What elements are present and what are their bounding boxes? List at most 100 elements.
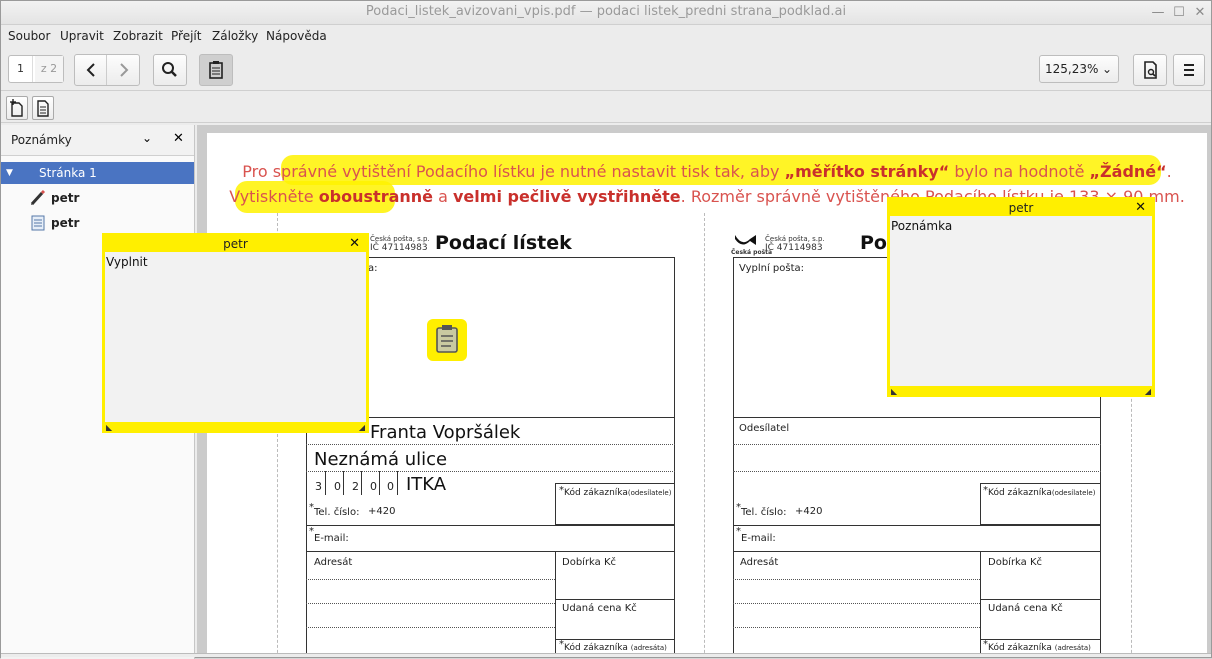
form-title: Podací lístek xyxy=(435,232,572,254)
menu-zalozky[interactable]: Záložky xyxy=(212,29,258,43)
sidebar-item-annotation[interactable]: petr xyxy=(29,188,79,208)
resize-handle-icon[interactable]: ◢ xyxy=(359,423,365,432)
popup-footer: ◣ ◢ xyxy=(105,422,366,432)
tel-label: Tel. číslo: xyxy=(741,507,787,518)
close-icon[interactable]: ✕ xyxy=(1135,200,1146,216)
instruction-bold: „měřítko stránky“ xyxy=(784,162,950,181)
hamburger-menu-button[interactable] xyxy=(1173,54,1205,86)
menu-upravit[interactable]: Upravit xyxy=(60,29,104,43)
company-id: IČ 47114983 xyxy=(370,243,428,253)
customer-code-text: Kód zákazníka xyxy=(564,488,628,498)
annotation-toolbar xyxy=(1,93,1211,123)
menu-napoveda[interactable]: Nápověda xyxy=(266,29,327,43)
form-rule xyxy=(306,551,675,552)
text-note-icon xyxy=(37,100,49,117)
expander-icon[interactable]: ▼ xyxy=(6,162,13,184)
next-page-button[interactable] xyxy=(108,55,140,85)
customer-code-text: Kód zákazníka xyxy=(988,488,1052,498)
form-rule xyxy=(306,444,675,445)
instruction-bold: oboustranně xyxy=(318,187,434,206)
form-rule xyxy=(733,525,1101,526)
form-rule xyxy=(555,599,675,600)
minimize-icon[interactable]: — xyxy=(1151,6,1165,20)
zip-divider xyxy=(325,471,326,495)
recipient-code-text: Kód zákazníka xyxy=(988,643,1052,653)
recipient-code-label: Kód zákazníka (adresáta) xyxy=(988,643,1091,653)
close-icon[interactable]: ✕ xyxy=(349,236,360,252)
maximize-icon[interactable]: ☐ xyxy=(1172,6,1186,20)
form-rule xyxy=(733,627,980,628)
resize-handle-icon[interactable]: ◢ xyxy=(1145,387,1151,396)
note-annotation-marker[interactable] xyxy=(427,319,467,361)
cod-label: Dobírka Kč xyxy=(562,557,617,568)
note-popup[interactable]: petr ✕ Poznámka ◣ ◢ xyxy=(887,197,1155,397)
clipboard-icon xyxy=(436,325,458,353)
tel-prefix: +420 xyxy=(795,506,823,517)
sidebar-item-page-1[interactable]: ▼ Stránka 1 xyxy=(1,162,194,184)
post-fill-label: Vyplní pošta: xyxy=(739,263,805,274)
form-rule xyxy=(980,639,1101,640)
tel-label: Tel. číslo: xyxy=(314,507,360,518)
text-note-button[interactable] xyxy=(32,96,54,120)
instruction-bold: velmi pečlivě vystřihněte xyxy=(453,187,681,206)
zoom-select[interactable]: 125,23% ⌄ xyxy=(1039,55,1119,83)
form-rule xyxy=(733,603,980,604)
page-label: Stránka 1 xyxy=(39,166,97,180)
instruction-text: Vytiskněte xyxy=(229,187,319,206)
post-name: Česká pošta, s.p. xyxy=(370,235,430,243)
add-annotation-button[interactable] xyxy=(6,96,28,120)
form-rule xyxy=(306,603,555,604)
popup-header[interactable]: petr ✕ xyxy=(890,200,1152,216)
sidebar-close-icon[interactable]: ✕ xyxy=(173,131,184,146)
form-rule xyxy=(555,639,675,640)
form-rule xyxy=(733,551,1101,552)
instruction-text: a xyxy=(433,187,453,206)
zip-digit: 0 xyxy=(334,480,341,493)
email-label: E-mail: xyxy=(741,533,776,544)
sidebar-dropdown-icon[interactable]: ⌄ xyxy=(142,131,152,145)
sender-label: Odesílatel xyxy=(739,423,790,434)
note-popup[interactable]: petr ✕ Vyplnit ◣ ◢ xyxy=(102,233,369,433)
recipient-code-note: (adresáta) xyxy=(1054,644,1091,652)
menu-bar: Soubor Upravit Zobrazit Přejít Záložky N… xyxy=(1,26,1211,48)
menu-icon xyxy=(1184,64,1194,76)
menu-soubor[interactable]: Soubor xyxy=(8,29,50,43)
post-name: Česká pošta, s.p. xyxy=(765,235,825,243)
resize-handle-icon[interactable]: ◣ xyxy=(106,423,112,432)
note-icon xyxy=(31,215,45,231)
page-number-field[interactable]: 1 z 2 xyxy=(8,55,64,83)
zip-divider xyxy=(361,471,362,495)
popup-text[interactable]: Poznámka xyxy=(891,219,952,233)
email-label: E-mail: xyxy=(314,533,349,544)
popup-header[interactable]: petr ✕ xyxy=(105,236,366,252)
chevron-right-icon xyxy=(120,63,129,77)
annotations-toggle-button[interactable] xyxy=(199,54,233,86)
search-button[interactable] xyxy=(153,54,187,86)
document-properties-button[interactable] xyxy=(1133,54,1167,86)
previous-page-button[interactable] xyxy=(75,55,107,85)
form-rule xyxy=(733,417,1101,418)
menu-prejit[interactable]: Přejít xyxy=(171,29,201,43)
vyplni-posta-tail: a: xyxy=(368,263,378,274)
annotation-author: petr xyxy=(51,191,80,205)
add-note-icon xyxy=(10,99,23,117)
cod-label: Dobírka Kč xyxy=(988,557,1043,568)
company-id: IČ 47114983 xyxy=(765,243,823,253)
annotation-author: petr xyxy=(51,216,80,230)
popup-footer: ◣ ◢ xyxy=(890,386,1152,396)
sender-name: Franta Vopršálek xyxy=(370,422,521,443)
sidebar-item-annotation[interactable]: petr xyxy=(29,213,79,233)
sender-street: Neznámá ulice xyxy=(314,449,448,470)
close-icon[interactable]: ✕ xyxy=(1193,6,1207,20)
zip-divider xyxy=(379,471,380,495)
popup-author: petr xyxy=(223,237,248,251)
total-pages-label: z 2 xyxy=(35,56,63,82)
resize-handle-icon[interactable]: ◣ xyxy=(891,387,897,396)
sidebar-title: Poznámky xyxy=(11,133,72,147)
current-page-input[interactable]: 1 xyxy=(9,56,33,82)
menu-zobrazit[interactable]: Zobrazit xyxy=(113,29,163,43)
zip-digit: 0 xyxy=(370,480,377,493)
zip-divider xyxy=(397,471,398,495)
popup-text[interactable]: Vyplnit xyxy=(106,255,148,269)
recipient-code-text: Kód zákazníka xyxy=(564,643,628,653)
